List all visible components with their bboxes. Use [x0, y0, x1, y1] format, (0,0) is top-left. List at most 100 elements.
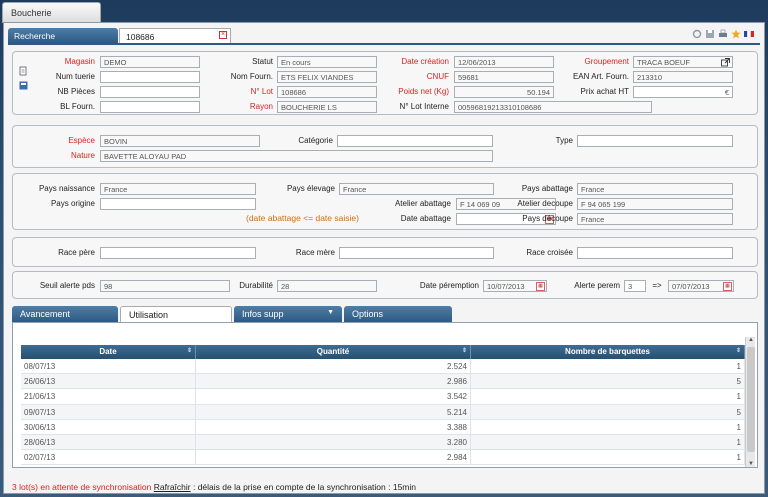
espece-field[interactable]: BOVIN [100, 135, 260, 147]
sync-pending-text: 3 lot(s) en attente de synchronisation [12, 482, 152, 492]
grid-header: Date ⇕ Quantité ⇕ Nombre de barquettes ⇕ [21, 345, 745, 359]
seuil-alerte-field[interactable]: 98 [100, 280, 230, 292]
scrollbar-thumb[interactable] [747, 347, 755, 452]
tab-options[interactable]: Options [344, 306, 452, 322]
cell-quantite: 2.524 [196, 359, 471, 374]
rayon-label: Rayon [249, 102, 273, 111]
pays-decoupe-field[interactable]: France [577, 213, 733, 225]
tab-infos-supp[interactable]: Infos supp ▼ [234, 306, 342, 322]
num-lot-label: N° Lot [250, 87, 273, 96]
print-icon[interactable] [718, 29, 728, 39]
table-row[interactable]: 30/06/13 3.388 1 [21, 419, 745, 435]
sort-icon[interactable]: ⇕ [736, 347, 741, 354]
race-pere-field[interactable] [100, 247, 256, 259]
col-header-barquettes[interactable]: Nombre de barquettes ⇕ [471, 345, 745, 359]
cell-barquettes: 1 [471, 359, 745, 374]
external-link-icon[interactable] [721, 58, 730, 67]
scroll-down-icon[interactable]: ▼ [748, 461, 754, 467]
lot-interne-field: 00596819213310108686 [454, 101, 652, 113]
sync-delay-text: : délais de la prise en compte de la syn… [192, 482, 416, 492]
cell-quantite: 2.986 [196, 374, 471, 389]
prix-achat-label: Prix achat HT [580, 87, 629, 96]
calculator-icon[interactable] [19, 81, 28, 92]
alerte-perem-label: Alerte perem [574, 281, 620, 290]
pays-elevage-field[interactable]: France [339, 183, 494, 195]
tab-underline [8, 43, 760, 45]
table-row[interactable]: 09/07/13 5.214 5 [21, 404, 745, 420]
table-row[interactable]: 21/06/13 3.542 1 [21, 389, 745, 405]
race-mere-label: Race mère [295, 248, 335, 257]
main-panel: Recherche 108686 × Magasin DEMO Num tuer… [3, 22, 765, 494]
cell-date: 30/06/13 [21, 419, 196, 434]
cell-quantite: 2.984 [196, 450, 471, 465]
tab-lot-label: 108686 [126, 32, 155, 42]
nom-fourn-field: ETS FELIX VIANDES [277, 71, 377, 83]
nature-field[interactable]: BAVETTE ALOYAU PAD [100, 150, 493, 162]
cnuf-field: 59681 [454, 71, 554, 83]
magasin-field[interactable]: DEMO [100, 56, 200, 68]
bl-fourn-field[interactable] [100, 101, 200, 113]
col-header-date[interactable]: Date ⇕ [21, 345, 196, 359]
caret-down-icon: ▼ [327, 309, 334, 316]
window-tab-boucherie[interactable]: Boucherie [2, 2, 101, 23]
pays-abattage-field[interactable]: France [577, 183, 733, 195]
grid-scrollbar[interactable]: ▲ ▼ [745, 337, 755, 467]
groupement-label: Groupement [584, 57, 629, 66]
prix-achat-field[interactable]: € [633, 86, 733, 98]
refresh-link[interactable]: Rafraîchir [154, 482, 191, 492]
sort-icon[interactable]: ⇕ [187, 347, 192, 354]
date-abattage-note: (date abattage <= date saisie) [246, 213, 359, 223]
cell-date: 26/06/13 [21, 374, 196, 389]
pays-abattage-label: Pays abattage [521, 184, 573, 193]
durabilite-field[interactable]: 28 [277, 280, 377, 292]
pays-naissance-field[interactable]: France [100, 183, 256, 195]
categorie-label: Catégorie [298, 136, 333, 145]
categorie-field[interactable] [337, 135, 493, 147]
cell-date: 28/06/13 [21, 434, 196, 450]
nature-label: Nature [70, 151, 95, 160]
tab-lot[interactable]: 108686 × [119, 28, 231, 43]
sort-icon[interactable]: ⇕ [462, 347, 467, 354]
race-mere-field[interactable] [339, 247, 494, 259]
scroll-up-icon[interactable]: ▲ [748, 337, 754, 343]
star-icon[interactable] [731, 29, 741, 39]
table-row[interactable]: 26/06/13 2.986 5 [21, 374, 745, 390]
link-icon[interactable] [692, 29, 702, 39]
cell-barquettes: 5 [471, 374, 745, 389]
document-icon[interactable] [19, 66, 28, 78]
cell-barquettes: 1 [471, 389, 745, 404]
atelier-decoupe-field[interactable]: F 94 065 199 [577, 198, 733, 210]
num-tuerie-field[interactable] [100, 71, 200, 83]
type-field[interactable] [577, 135, 733, 147]
table-row[interactable]: 08/07/13 2.524 1 [21, 359, 745, 375]
pays-elevage-label: Pays élevage [286, 184, 335, 193]
alerte-date-field[interactable]: 07/07/2013 ▦ [668, 280, 734, 292]
col-header-quantite[interactable]: Quantité ⇕ [196, 345, 471, 359]
poids-net-field: 50.194 [454, 86, 554, 98]
race-croisee-field[interactable] [577, 247, 733, 259]
pays-naissance-label: Pays naissance [38, 184, 95, 193]
tab-avancement[interactable]: Avancement [12, 306, 118, 322]
cnuf-label: CNUF [426, 72, 449, 81]
poids-net-label: Poids net (Kg) [398, 87, 449, 96]
status-bar: 3 lot(s) en attente de synchronisation R… [12, 482, 416, 492]
tab-recherche[interactable]: Recherche [8, 28, 118, 43]
nb-pieces-field[interactable] [100, 86, 200, 98]
type-label: Type [555, 136, 573, 145]
col-header-date-label: Date [99, 347, 117, 356]
tab-utilisation[interactable]: Utilisation [120, 306, 232, 322]
close-icon[interactable]: × [219, 31, 227, 39]
flag-fr-icon[interactable] [744, 29, 754, 39]
calendar-icon[interactable]: ▦ [723, 282, 732, 291]
pays-origine-field[interactable] [100, 198, 256, 210]
date-peremption-field[interactable]: 10/07/2013 ▦ [483, 280, 547, 292]
alerte-perem-field[interactable]: 3 [624, 280, 646, 292]
table-row[interactable]: 02/07/13 2.984 1 [21, 450, 745, 466]
table-row[interactable]: 28/06/13 3.280 1 [21, 434, 745, 451]
espece-label: Espèce [68, 136, 95, 145]
calendar-icon[interactable]: ▦ [536, 282, 545, 291]
pays-origine-label: Pays origine [50, 199, 95, 208]
date-abattage-label: Date abattage [400, 214, 451, 223]
save-icon[interactable] [705, 29, 715, 39]
groupement-field[interactable]: TRACA BOEUF [633, 56, 733, 68]
